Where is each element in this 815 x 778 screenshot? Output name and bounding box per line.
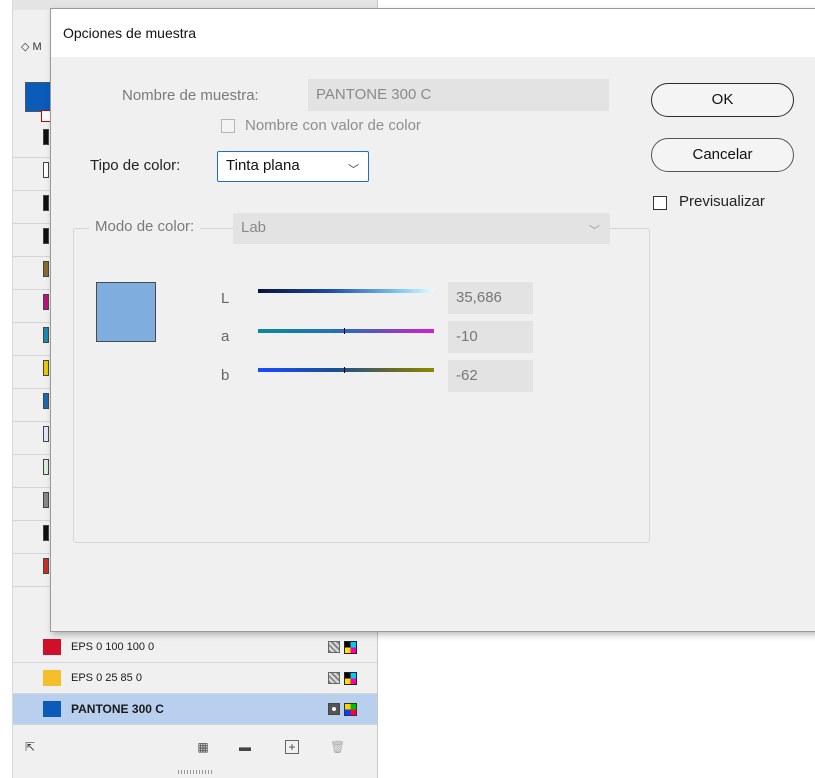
lab-icon bbox=[344, 702, 357, 716]
preview-label: Previsualizar bbox=[679, 193, 765, 210]
swatch-chip bbox=[43, 195, 49, 211]
swatch-name: EPS 0 25 85 0 bbox=[71, 672, 142, 684]
swatch-chip bbox=[43, 327, 49, 343]
swatch-chip bbox=[43, 639, 61, 655]
swatch-chip bbox=[43, 670, 61, 686]
swatch-chip bbox=[43, 228, 49, 244]
color-mode-value: Lab bbox=[241, 219, 267, 236]
channel-l-label: L bbox=[221, 290, 230, 307]
slider-tick bbox=[344, 328, 345, 334]
cmyk-icon bbox=[344, 671, 357, 685]
color-mode-label: Modo de color: bbox=[89, 218, 201, 235]
new-swatch-icon[interactable]: + bbox=[285, 740, 299, 754]
delete-icon[interactable]: 🗑 bbox=[330, 740, 345, 754]
new-group-icon[interactable]: ▬ bbox=[238, 740, 252, 754]
resize-grip[interactable] bbox=[178, 770, 212, 774]
swatch-name-label: Nombre de muestra: bbox=[122, 87, 259, 104]
swatch-name-field[interactable]: PANTONE 300 C bbox=[308, 79, 609, 111]
swatch-library-icon[interactable]: ▦ bbox=[196, 740, 210, 754]
swatch-chip bbox=[43, 261, 49, 277]
name-with-color-value-label: Nombre con valor de color bbox=[245, 117, 421, 134]
dialog-title: Opciones de muestra bbox=[63, 25, 197, 41]
color-type-select[interactable]: Tinta plana ﹀ bbox=[217, 151, 369, 182]
chevron-down-icon: ﹀ bbox=[589, 225, 600, 237]
cmyk-icon bbox=[344, 640, 357, 654]
cancel-button[interactable]: Cancelar bbox=[651, 138, 794, 172]
process-icon bbox=[328, 672, 340, 684]
ok-button[interactable]: OK bbox=[651, 83, 794, 117]
swatch-chip bbox=[43, 459, 49, 475]
swatch-chip bbox=[43, 393, 49, 409]
swatch-options-dialog: Opciones de muestra Nombre de muestra: P… bbox=[50, 8, 815, 632]
load-swatches-icon[interactable]: ⇱ bbox=[23, 740, 37, 754]
swatch-chip bbox=[43, 162, 49, 178]
swatch-chip bbox=[43, 426, 49, 442]
color-type-label: Tipo de color: bbox=[90, 157, 181, 174]
channel-b-slider[interactable] bbox=[258, 367, 434, 373]
color-mode-select[interactable]: Lab ﹀ bbox=[233, 213, 610, 244]
swatch-row[interactable]: PANTONE 300 C bbox=[13, 694, 377, 725]
swatch-chip bbox=[43, 558, 49, 574]
swatch-chip bbox=[43, 294, 49, 310]
swatch-name: EPS 0 100 100 0 bbox=[71, 641, 155, 653]
panel-footer: ⇱ ▦ ▬ + 🗑 bbox=[13, 730, 377, 764]
slider-tick bbox=[344, 367, 345, 373]
spot-icon bbox=[328, 703, 340, 715]
panel-tab[interactable]: ◇ M bbox=[21, 40, 42, 53]
color-mode-group bbox=[73, 228, 650, 543]
preview-checkbox[interactable] bbox=[653, 196, 667, 210]
swatch-chip bbox=[43, 129, 49, 145]
chevron-down-icon: ﹀ bbox=[348, 164, 359, 176]
channel-b-value[interactable]: -62 bbox=[448, 360, 533, 392]
color-type-value: Tinta plana bbox=[226, 157, 300, 174]
swatch-row[interactable]: EPS 0 25 85 0 bbox=[13, 663, 377, 694]
swatch-chip bbox=[43, 525, 49, 541]
title-bar[interactable]: Opciones de muestra bbox=[51, 9, 815, 57]
process-icon bbox=[328, 641, 340, 653]
swatch-name: PANTONE 300 C bbox=[71, 702, 164, 716]
swatch-chip bbox=[43, 701, 61, 717]
channel-a-slider[interactable] bbox=[258, 328, 434, 334]
swatch-row[interactable]: EPS 0 100 100 0 bbox=[13, 632, 377, 663]
channel-a-value[interactable]: -10 bbox=[448, 321, 533, 353]
color-preview-swatch bbox=[96, 282, 156, 342]
swatch-chip bbox=[43, 492, 49, 508]
swatch-chip bbox=[43, 360, 49, 376]
channel-l-slider[interactable] bbox=[258, 289, 434, 293]
name-with-color-value-checkbox[interactable] bbox=[221, 119, 235, 133]
channel-b-label: b bbox=[221, 367, 230, 384]
channel-a-label: a bbox=[221, 328, 230, 345]
channel-l-value[interactable]: 35,686 bbox=[448, 282, 533, 314]
